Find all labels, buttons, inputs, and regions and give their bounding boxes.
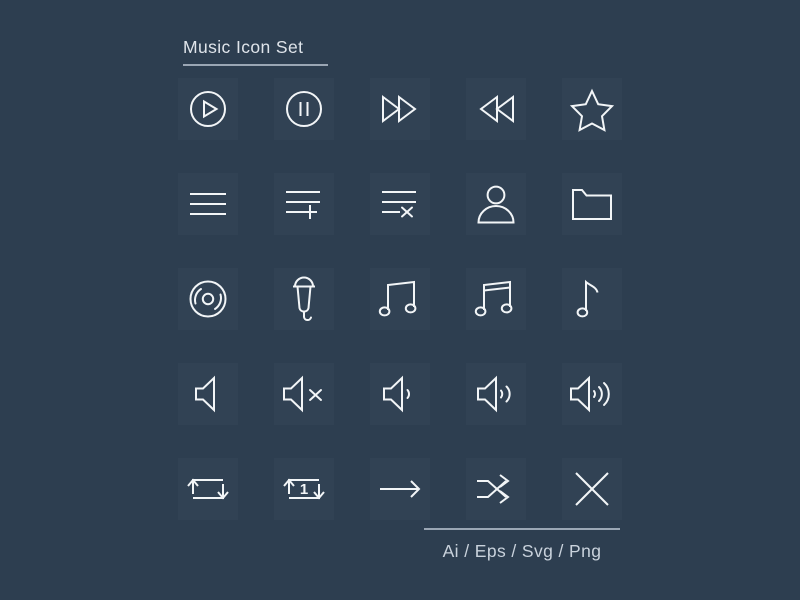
playlist-remove-icon xyxy=(382,191,416,218)
icon-tile-fast-forward[interactable]: Fast Forward xyxy=(370,78,430,140)
vinyl-record-icon xyxy=(189,280,227,318)
icon-tile-double-beamed-notes[interactable]: Double Beamed Notes xyxy=(466,268,526,330)
icon-tile-volume-medium[interactable]: Volume Medium xyxy=(466,363,526,425)
icon-tile-folder[interactable]: Folder xyxy=(562,173,622,235)
icon-tile-arrow-right[interactable]: Next xyxy=(370,458,430,520)
folder-icon xyxy=(572,189,612,220)
eighth-note-icon xyxy=(576,279,599,318)
user-icon xyxy=(477,185,515,224)
icon-tile-eighth-note[interactable]: Eighth Note xyxy=(562,268,622,330)
arrow-right-icon xyxy=(380,480,421,498)
repeat-icon xyxy=(187,478,229,500)
icon-set-sheet: Music Icon Set Play Pause Fast Forward xyxy=(0,0,800,600)
icon-tile-beamed-notes[interactable]: Beamed Notes xyxy=(370,268,430,330)
icon-tile-user[interactable]: Artist xyxy=(466,173,526,235)
icon-tile-microphone[interactable]: Microphone xyxy=(274,268,334,330)
icon-tile-repeat-one[interactable]: Repeat One 1 xyxy=(274,458,334,520)
volume-medium-icon xyxy=(477,375,511,413)
double-beamed-notes-icon xyxy=(474,280,513,317)
volume-low-icon xyxy=(383,375,410,413)
volume-high-icon xyxy=(570,375,610,413)
rewind-icon xyxy=(479,95,514,123)
shuffle-icon xyxy=(477,474,510,504)
icon-tile-volume-mute[interactable]: Volume Mute xyxy=(274,363,334,425)
icon-tile-volume-low[interactable]: Volume Low xyxy=(370,363,430,425)
icon-tile-rewind[interactable]: Rewind xyxy=(466,78,526,140)
footer-formats: Ai / Eps / Svg / Png xyxy=(442,541,602,561)
icon-tile-star[interactable]: Favorite xyxy=(562,78,622,140)
volume-off-icon xyxy=(195,375,215,413)
icon-tile-play-circle[interactable]: Play xyxy=(178,78,238,140)
icon-tile-playlist-remove[interactable]: Remove from Playlist xyxy=(370,173,430,235)
icon-tile-volume-high[interactable]: Volume High xyxy=(562,363,622,425)
icon-tile-shuffle[interactable]: Shuffle xyxy=(466,458,526,520)
icon-tile-pause-circle[interactable]: Pause xyxy=(274,78,334,140)
icon-tile-volume-off[interactable]: Volume Off xyxy=(178,363,238,425)
footer-divider xyxy=(424,528,620,530)
beamed-notes-icon xyxy=(378,280,417,317)
page-title-block: Music Icon Set xyxy=(183,36,328,66)
title-underline xyxy=(183,64,328,66)
repeat-one-badge: 1 xyxy=(300,481,308,498)
footer-block: Ai / Eps / Svg / Png xyxy=(424,528,620,562)
repeat-one-icon: 1 xyxy=(283,478,325,500)
pause-circle-icon xyxy=(286,91,322,127)
microphone-icon xyxy=(293,276,315,322)
icon-tile-repeat[interactable]: Repeat xyxy=(178,458,238,520)
volume-mute-icon xyxy=(283,375,322,413)
icon-tile-playlist-add[interactable]: Add to Playlist xyxy=(274,173,334,235)
fast-forward-icon xyxy=(382,95,417,123)
playlist-icon xyxy=(190,193,226,215)
icon-tile-vinyl-record[interactable]: Album xyxy=(178,268,238,330)
icon-grid: Play Pause Fast Forward Rewind xyxy=(178,78,652,520)
icon-tile-playlist[interactable]: Playlist xyxy=(178,173,238,235)
page-title: Music Icon Set xyxy=(183,37,304,57)
star-icon xyxy=(569,88,615,132)
playlist-add-icon xyxy=(286,191,320,219)
play-circle-icon xyxy=(190,91,226,127)
icon-tile-close[interactable]: Close xyxy=(562,458,622,520)
close-icon xyxy=(575,472,609,506)
